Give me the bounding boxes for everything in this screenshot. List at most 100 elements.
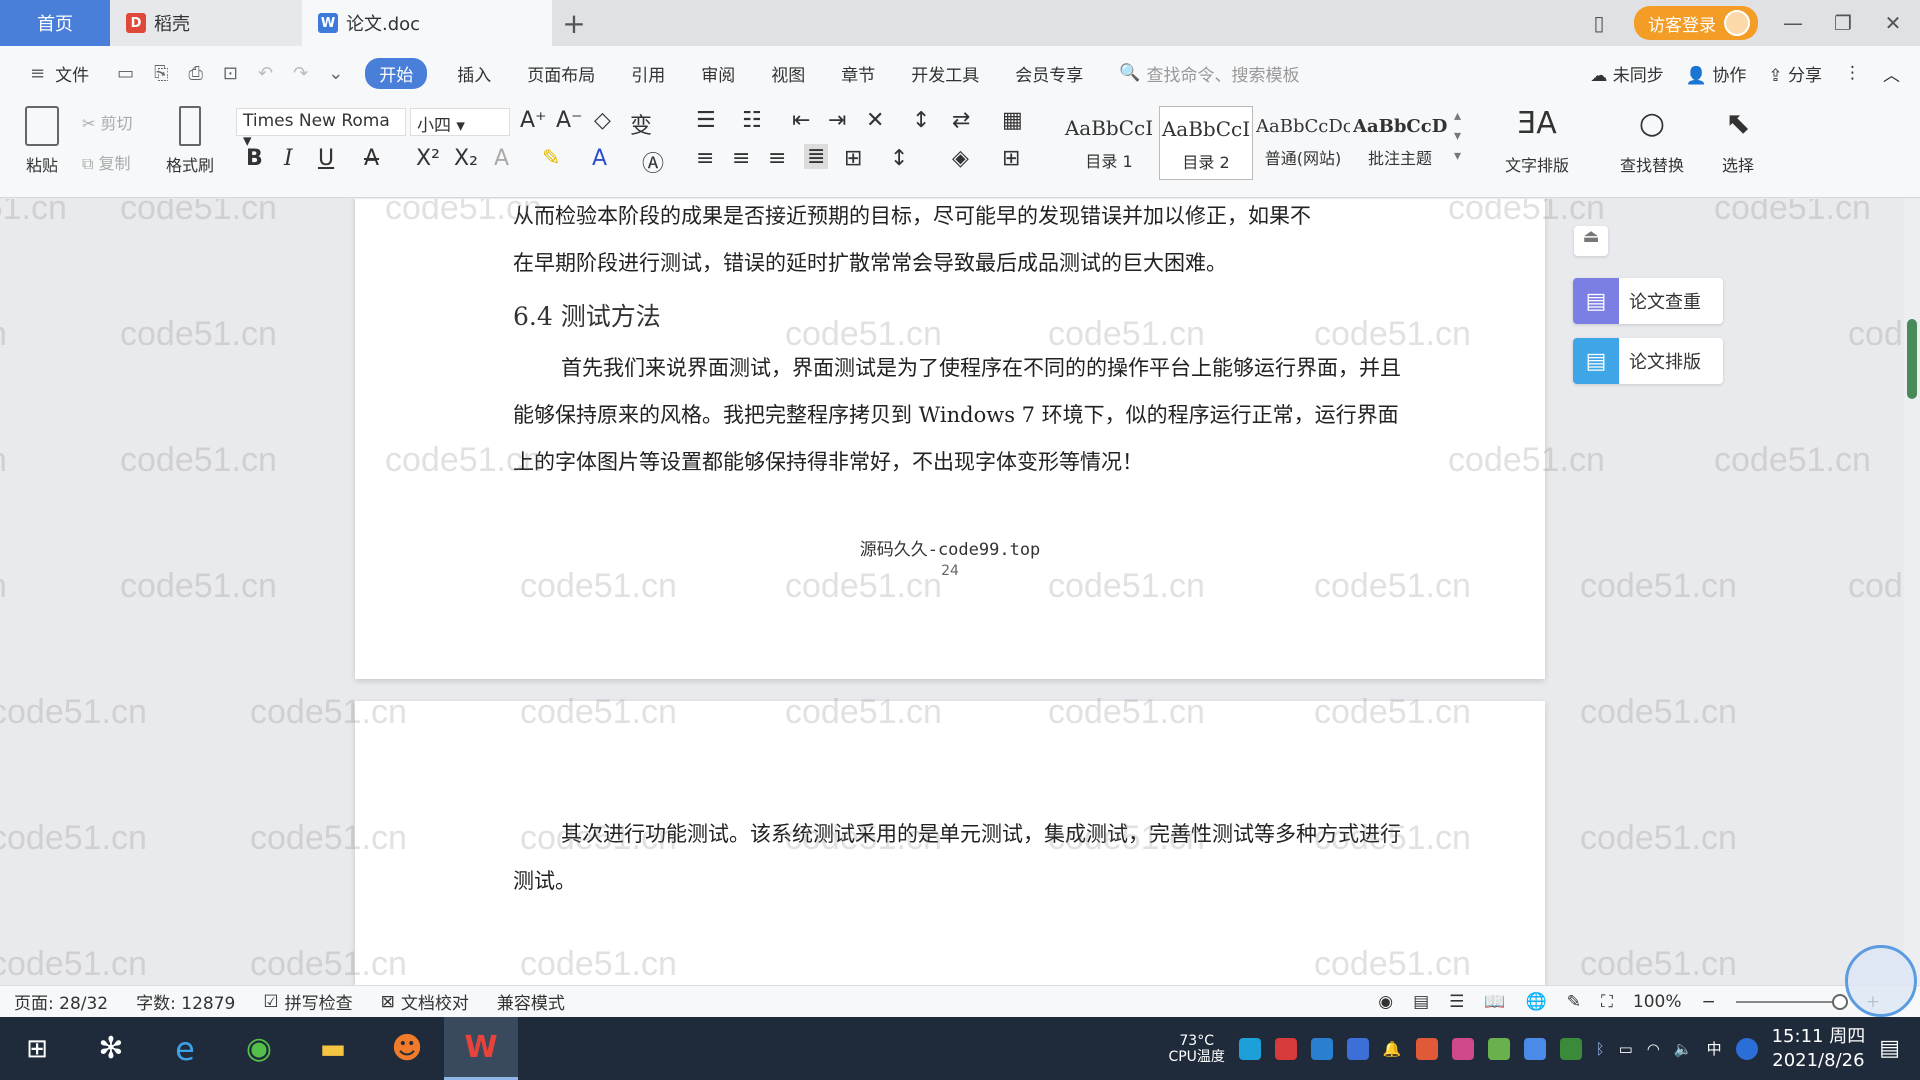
- text-layout-button[interactable]: ƎA 文字排版: [1492, 106, 1582, 176]
- underline-icon[interactable]: U: [318, 146, 334, 171]
- menu-view[interactable]: 视图: [771, 61, 805, 86]
- menu-insert[interactable]: 插入: [457, 61, 491, 86]
- bell-icon[interactable]: 🔔: [1383, 1040, 1402, 1058]
- italic-icon[interactable]: I: [284, 146, 293, 171]
- menu-page-layout[interactable]: 页面布局: [527, 61, 595, 86]
- char-border-icon[interactable]: Ⓐ: [642, 146, 664, 178]
- menu-developer[interactable]: 开发工具: [911, 61, 979, 86]
- sort-icon[interactable]: ↕: [912, 108, 930, 133]
- print-preview-icon[interactable]: ⊡: [223, 63, 238, 84]
- style-comment-subject[interactable]: AaBbCcD 批注主题: [1353, 106, 1447, 180]
- restore-icon[interactable]: ❐: [1828, 11, 1858, 35]
- search-tray-icon[interactable]: [1735, 1037, 1758, 1060]
- zoom-out-icon[interactable]: −: [1702, 992, 1716, 1012]
- superscript-icon[interactable]: X²: [416, 146, 440, 171]
- eye-protection-icon[interactable]: ◉: [1378, 992, 1393, 1012]
- phonetic-icon[interactable]: 变: [630, 108, 652, 140]
- zoom-slider[interactable]: [1735, 993, 1848, 1010]
- game-app-icon[interactable]: ☻: [370, 1017, 444, 1080]
- styles-scroll-icon[interactable]: ▴ ▾ ▾: [1454, 106, 1461, 166]
- export-icon[interactable]: ⎘: [154, 63, 168, 84]
- select-button[interactable]: ⬉ 选择: [1708, 106, 1768, 176]
- command-search[interactable]: 🔍 查找命令、搜索模板: [1119, 61, 1299, 86]
- clock[interactable]: 15:11 周四 2021/8/26: [1772, 1025, 1866, 1073]
- thesis-layout-button[interactable]: ▤ 论文排版: [1573, 338, 1723, 384]
- align-left-icon[interactable]: ≡: [696, 146, 714, 171]
- bluetooth-icon[interactable]: ᛒ: [1596, 1040, 1605, 1058]
- ie-browser-icon[interactable]: e: [148, 1017, 222, 1080]
- font-name-select[interactable]: Times New Roma ▾: [236, 108, 406, 151]
- reading-mode-icon[interactable]: ▯: [1584, 11, 1614, 35]
- style-toc1[interactable]: AaBbCcI 目录 1: [1062, 106, 1156, 180]
- shield-icon[interactable]: [1346, 1037, 1369, 1060]
- page-view-icon[interactable]: ▤: [1413, 992, 1429, 1012]
- spell-check-button[interactable]: ☑ 拼写检查: [263, 989, 352, 1015]
- justify-icon[interactable]: ≣: [804, 144, 829, 169]
- word-count[interactable]: 字数: 12879: [136, 989, 235, 1014]
- collab-button[interactable]: 👤 协作: [1686, 61, 1747, 86]
- tab-document[interactable]: W 论文.doc: [302, 0, 552, 46]
- tray-app-icon[interactable]: [1523, 1037, 1546, 1060]
- file-explorer-icon[interactable]: ▬: [296, 1017, 370, 1080]
- fit-page-icon[interactable]: ⛶: [1601, 992, 1613, 1012]
- web-view-icon[interactable]: 🌐: [1526, 992, 1547, 1012]
- tray-app-icon[interactable]: [1451, 1037, 1474, 1060]
- style-toc2[interactable]: AaBbCcI 目录 2: [1159, 106, 1253, 180]
- undo-icon[interactable]: ↶: [258, 63, 273, 84]
- copy-button[interactable]: ⧉ 复制: [82, 150, 131, 174]
- menu-review[interactable]: 审阅: [701, 61, 735, 86]
- redo-icon[interactable]: ↷: [293, 63, 308, 84]
- thesis-check-button[interactable]: ▤ 论文查重: [1573, 278, 1723, 324]
- ruler-icon[interactable]: ▦: [1002, 108, 1023, 133]
- volume-icon[interactable]: 🔈: [1674, 1040, 1693, 1058]
- share-button[interactable]: ⇪ 分享: [1768, 61, 1822, 86]
- ime-indicator[interactable]: 中: [1707, 1038, 1722, 1059]
- chinese-layout-icon[interactable]: ✕: [866, 108, 884, 133]
- side-panel-collapse-icon[interactable]: ⏏: [1574, 226, 1608, 256]
- reading-view-icon[interactable]: 📖: [1484, 992, 1505, 1012]
- tray-app-icon[interactable]: [1274, 1037, 1297, 1060]
- align-right-icon[interactable]: ≡: [768, 146, 786, 171]
- strikethrough-icon[interactable]: A: [364, 146, 379, 171]
- cut-button[interactable]: ✂ 剪切: [82, 110, 133, 134]
- write-mode-icon[interactable]: ✎: [1567, 992, 1581, 1012]
- sync-button[interactable]: ☁ 未同步: [1590, 61, 1663, 86]
- shading-icon[interactable]: ◈: [952, 146, 969, 171]
- new-tab-button[interactable]: +: [552, 0, 596, 46]
- text-direction-icon[interactable]: ⇄: [952, 108, 970, 133]
- wifi-icon[interactable]: ◠: [1647, 1040, 1660, 1058]
- tray-app-icon[interactable]: [1487, 1037, 1510, 1060]
- menu-file[interactable]: 文件: [55, 61, 89, 86]
- format-painter-button[interactable]: 格式刷: [160, 106, 220, 176]
- vertical-scrollbar[interactable]: [1904, 199, 1920, 1016]
- more-icon[interactable]: ⋮: [1844, 63, 1861, 83]
- menu-start[interactable]: 开始: [365, 57, 428, 89]
- style-web-normal[interactable]: AaBbCcDc 普通(网站): [1256, 106, 1350, 180]
- notification-center-icon[interactable]: ▤: [1879, 1036, 1900, 1061]
- 360-browser-icon[interactable]: ◉: [222, 1017, 296, 1080]
- tray-app-icon[interactable]: [1310, 1037, 1333, 1060]
- zoom-slider-knob[interactable]: [1831, 993, 1848, 1010]
- paste-button[interactable]: 粘贴: [14, 106, 70, 176]
- grow-font-icon[interactable]: A⁺: [520, 108, 547, 133]
- outline-view-icon[interactable]: ☰: [1449, 992, 1464, 1012]
- document-area[interactable]: 从而检验本阶段的成果是否接近预期的目标，尽可能早的发现错误并加以修正，如果不 在…: [0, 199, 1904, 1016]
- hamburger-menu-icon[interactable]: ≡: [30, 63, 45, 84]
- tray-app-icon[interactable]: [1415, 1037, 1438, 1060]
- decrease-indent-icon[interactable]: ⇤: [792, 108, 810, 133]
- cpu-temperature[interactable]: 73°C CPU温度: [1168, 1033, 1224, 1065]
- collapse-ribbon-icon[interactable]: ︿: [1883, 61, 1900, 86]
- tab-docer[interactable]: D 稻壳: [110, 0, 302, 46]
- font-size-select[interactable]: 小四 ▾: [410, 108, 510, 136]
- tray-app-icon[interactable]: [1238, 1037, 1261, 1060]
- guest-login-button[interactable]: 访客登录: [1634, 6, 1758, 40]
- scrollbar-thumb[interactable]: [1907, 319, 1917, 399]
- increase-indent-icon[interactable]: ⇥: [828, 108, 846, 133]
- page-indicator[interactable]: 页面: 28/32: [14, 989, 108, 1014]
- distribute-icon[interactable]: ⊞: [844, 146, 862, 171]
- fan-app-icon[interactable]: ✻: [74, 1017, 148, 1080]
- close-icon[interactable]: ✕: [1878, 11, 1908, 35]
- align-center-icon[interactable]: ≡: [732, 146, 750, 171]
- find-replace-button[interactable]: ○ 查找替换: [1602, 106, 1702, 176]
- zoom-level[interactable]: 100%: [1633, 992, 1682, 1012]
